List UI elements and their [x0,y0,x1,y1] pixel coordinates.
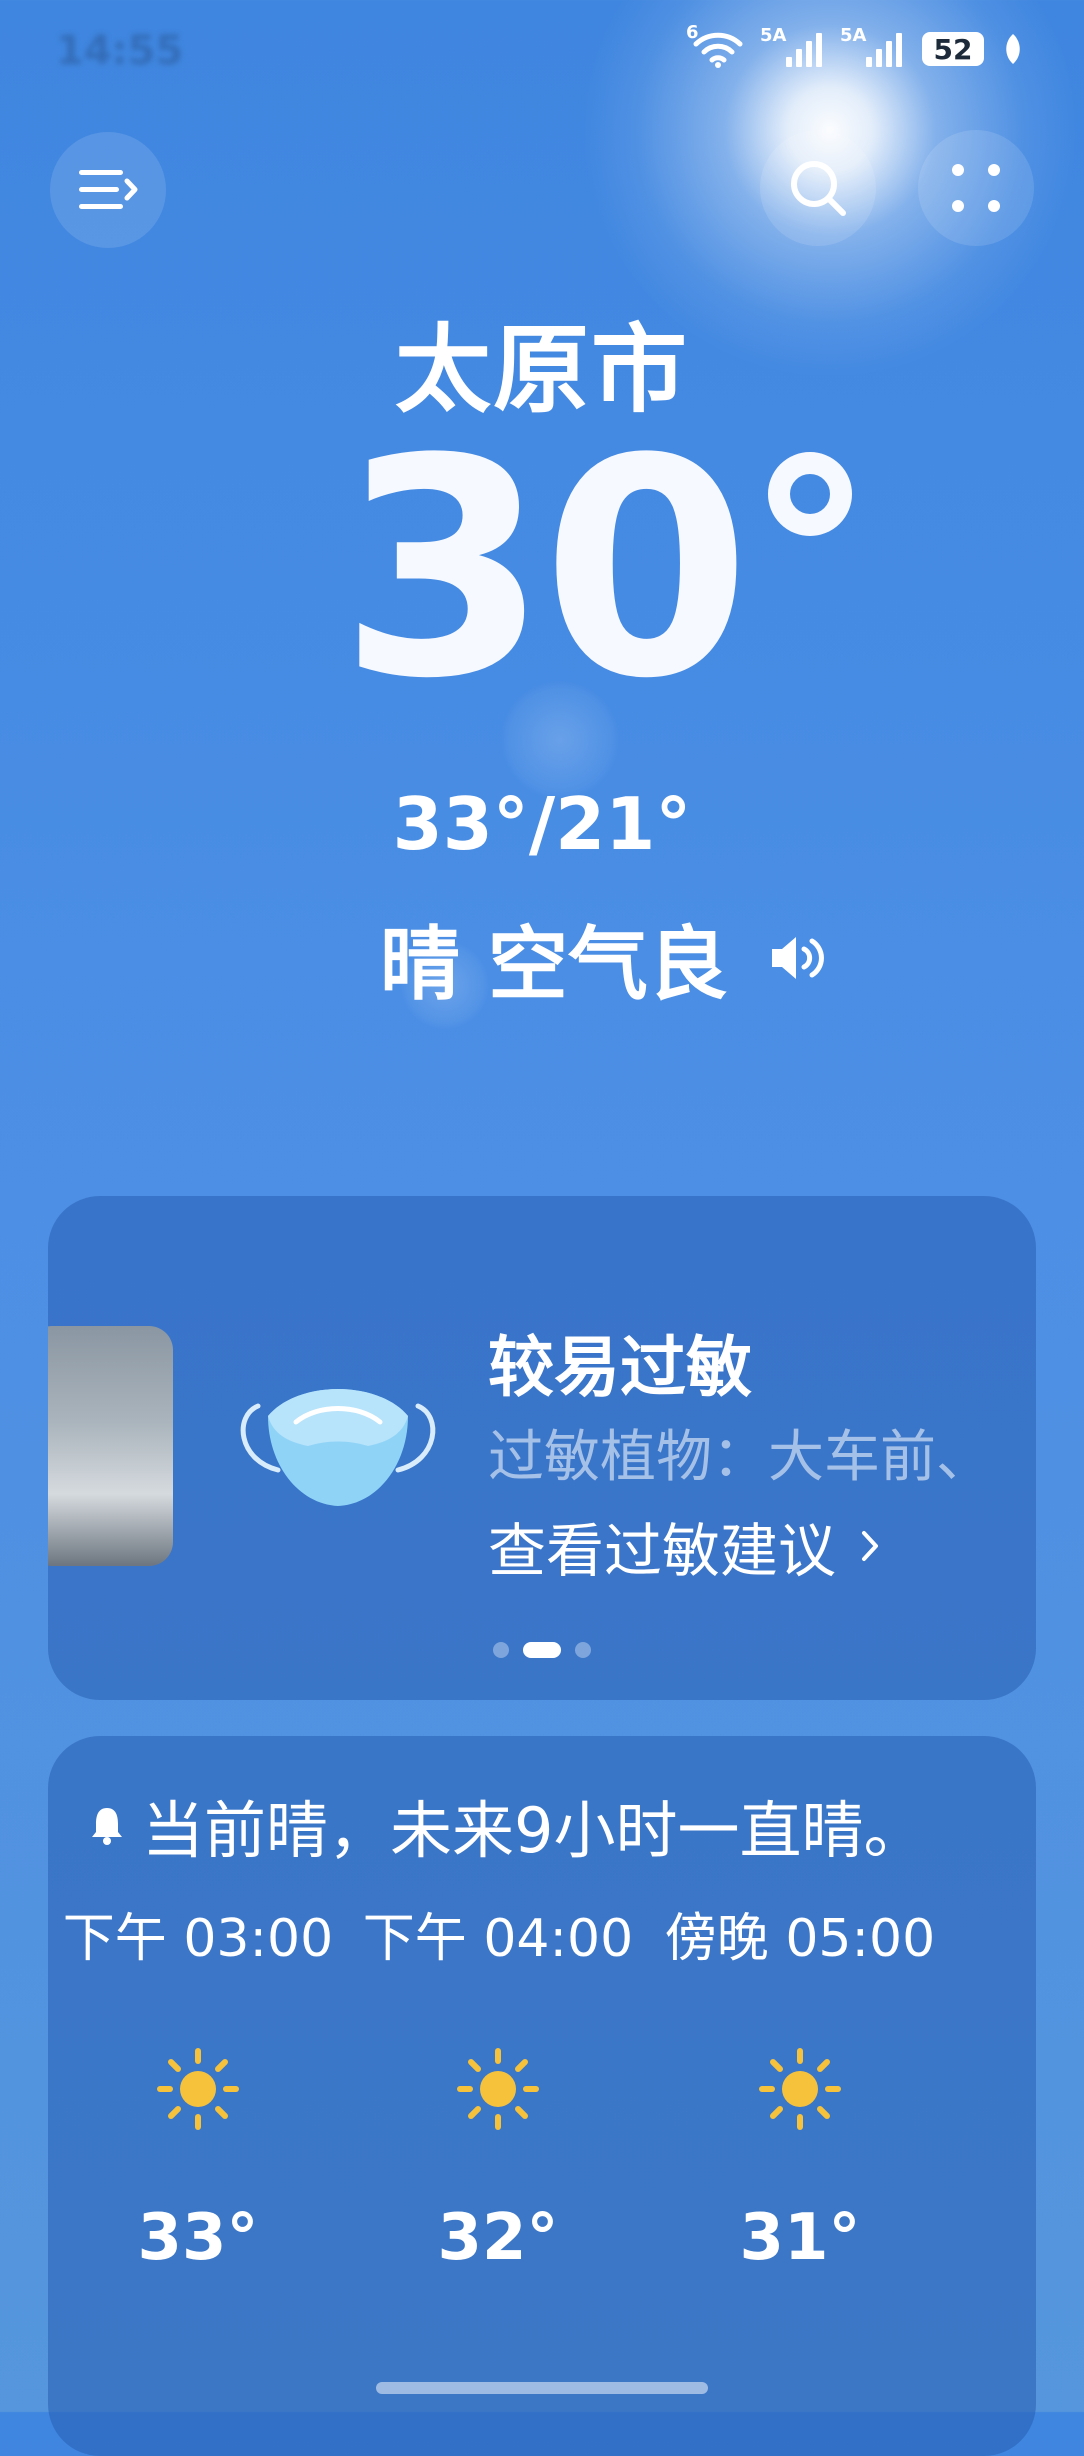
sun-icon [348,2047,648,2131]
hourly-temp: 33° [137,2201,259,2275]
previous-card-image[interactable] [48,1326,173,1566]
sim1-tag: 5A [760,25,787,46]
bell-icon [90,1804,124,1846]
hourly-item[interactable]: 下午 04:00 32° [348,1896,648,2275]
face-mask-icon [238,1376,438,1520]
search-icon [787,157,849,219]
status-bar: 14:55 6 5A 5A 52 [0,0,1084,100]
weather-condition[interactable]: 晴 空气良 [380,900,830,1016]
wifi-icon: 6 [686,22,744,68]
menu-icon [77,167,139,213]
battery-icon: 52 [922,32,984,66]
hourly-forecast-card[interactable]: 当前晴，未来9小时一直晴。 下午 03:00 33° 下午 04:00 32° … [48,1736,1036,2456]
wifi-tag: 6 [686,22,699,43]
hourly-summary: 当前晴，未来9小时一直晴。 [90,1780,925,1870]
card-pager[interactable] [48,1642,1036,1658]
grid-dots-icon [950,162,1002,214]
hourly-time: 下午 03:00 [62,1909,334,1969]
status-icons: 6 5A 5A 52 [686,22,1024,68]
allergy-card[interactable]: 较易过敏 过敏植物：大车前、 查看过敏建议 [48,1196,1036,1700]
sun-icon [48,2047,348,2131]
pager-dot-active[interactable] [523,1642,561,1658]
hourly-temp: 31° [739,2201,861,2275]
current-temperature: 30 [339,395,750,744]
signal-icon-sim1: 5A [760,25,824,67]
signal-icon-sim2: 5A [840,25,904,67]
allergy-title: 较易过敏 [488,1329,752,1406]
allergy-advice-label: 查看过敏建议 [488,1517,837,1585]
home-indicator[interactable] [376,2382,708,2394]
chevron-right-icon [860,1529,880,1563]
pager-dot[interactable] [493,1642,509,1658]
menu-button[interactable] [50,132,166,248]
hourly-summary-text: 当前晴，未来9小时一直晴。 [142,1794,926,1867]
degree-symbol [768,452,852,536]
hourly-time: 傍晚 05:00 [664,1909,936,1969]
hourly-item[interactable]: 傍晚 05:00 31° [650,1896,950,2275]
allergy-plants: 过敏植物：大车前、 [488,1425,992,1490]
status-time: 14:55 [56,28,184,74]
sun-icon [650,2047,950,2131]
more-button[interactable] [918,130,1034,246]
sim2-tag: 5A [840,25,867,46]
leaf-icon [1002,32,1024,66]
search-button[interactable] [760,130,876,246]
speaker-icon[interactable] [768,933,830,983]
condition-text: 晴 空气良 [380,918,728,1011]
hourly-item[interactable]: 下午 03:00 33° [48,1896,348,2275]
pager-dot[interactable] [575,1642,591,1658]
hourly-temp: 32° [437,2201,559,2275]
temperature-range: 33°/21° [392,782,692,866]
allergy-advice-link[interactable]: 查看过敏建议 [488,1504,880,1588]
hourly-time: 下午 04:00 [362,1909,634,1969]
